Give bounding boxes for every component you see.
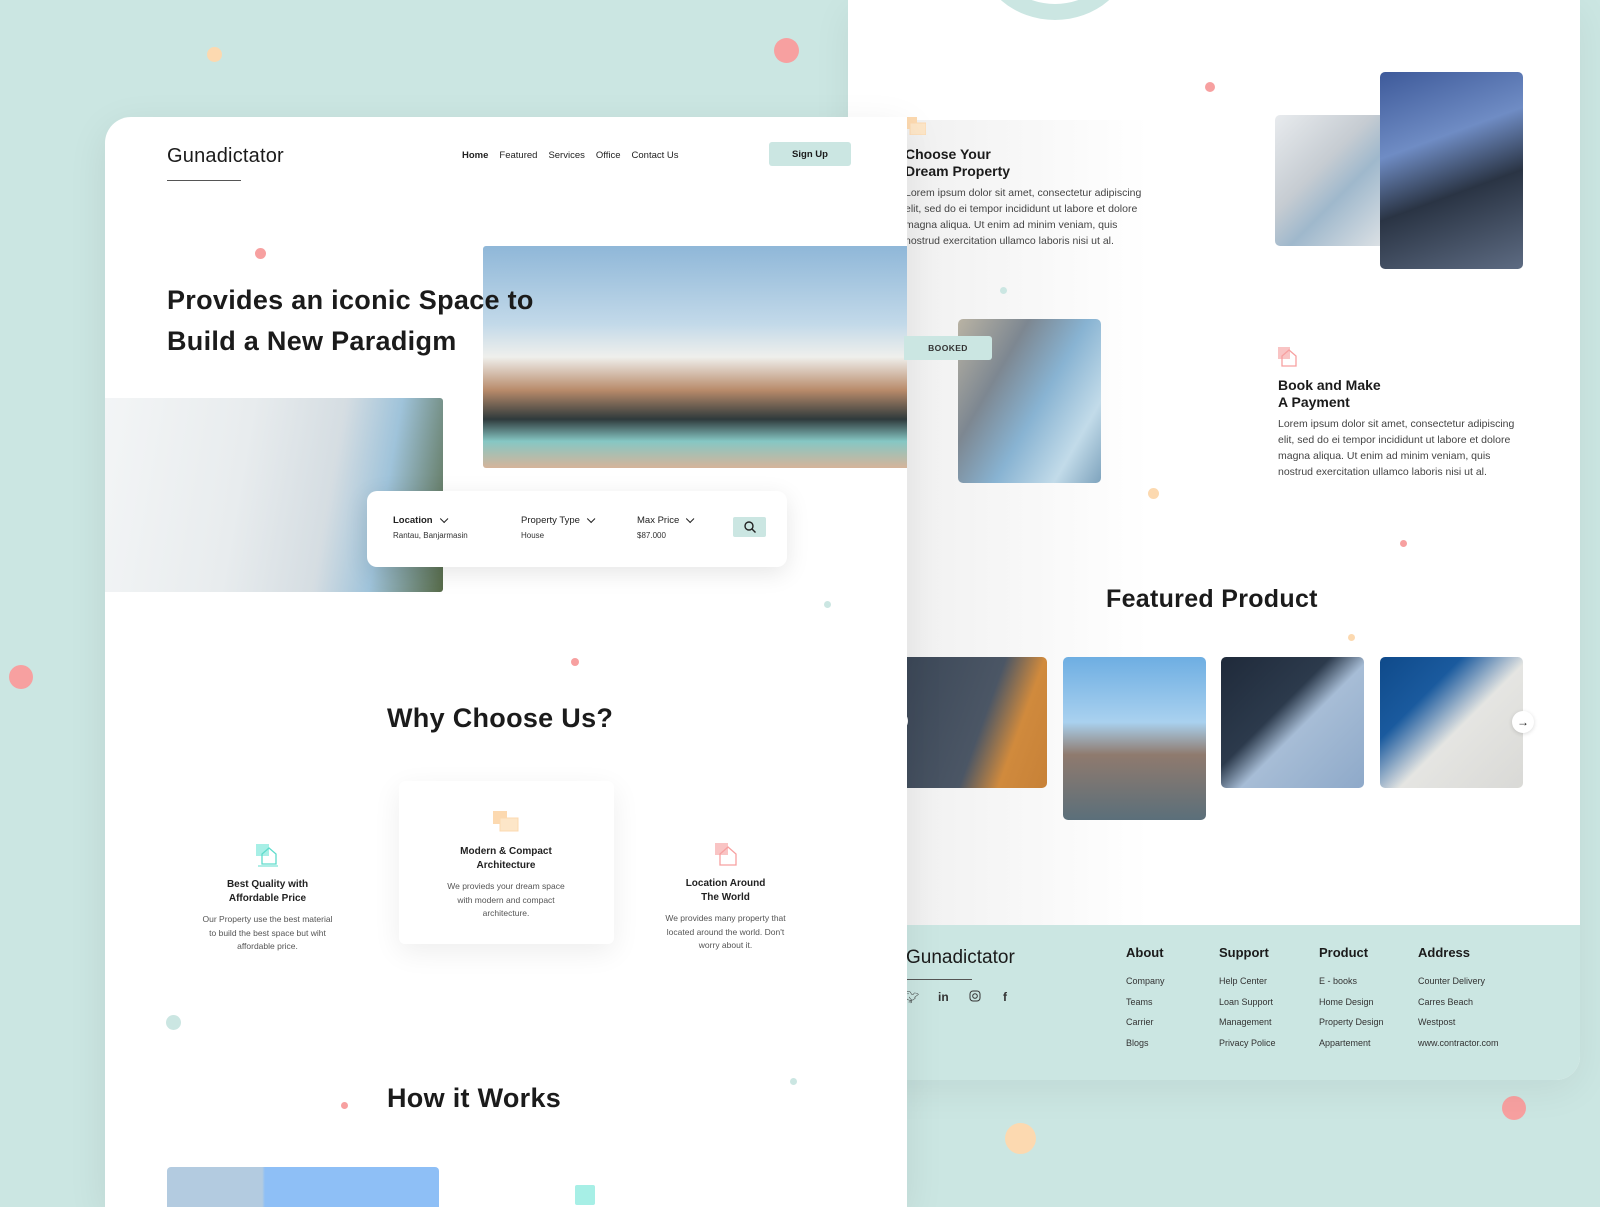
property-search-bar: Location Rantau, Banjarmasin Property Ty… (367, 491, 787, 567)
nav-services[interactable]: Services (548, 150, 584, 161)
decor-dot (255, 248, 266, 259)
footer-col-about: About Company Teams Carrier Blogs (1126, 945, 1165, 1058)
featured-title: Featured Product (1106, 585, 1318, 613)
property-type-dropdown[interactable]: Property Type House (521, 514, 596, 540)
linkedin-icon[interactable]: in (938, 990, 949, 1004)
footer-link[interactable]: Westpost (1418, 1017, 1499, 1038)
step-title: A Payment (1278, 394, 1350, 410)
how-it-works-title: How it Works (387, 1083, 562, 1113)
footer-col-address: Address Counter Delivery Carres Beach We… (1418, 945, 1499, 1058)
decor-dot (1205, 82, 1215, 92)
decor-dot (207, 47, 222, 62)
hero-house-photo (483, 246, 907, 468)
product-card[interactable] (898, 657, 1047, 788)
decor-dot (9, 665, 33, 689)
footer: Gunadictator 🐦︎ in f About Company Teams… (848, 925, 1580, 1080)
building-photo (1275, 115, 1387, 246)
instagram-icon[interactable] (969, 990, 981, 1005)
house-icon (575, 1185, 595, 1205)
nav-contact[interactable]: Contact Us (632, 150, 679, 161)
step-book-payment: Book and Make A Payment Lorem ipsum dolo… (1278, 377, 1514, 480)
house-icon (255, 844, 281, 868)
decor-dot (1000, 287, 1007, 294)
product-card[interactable] (1380, 657, 1523, 788)
feature-card: Location Around The World We provides man… (653, 843, 798, 953)
decor-dot (1400, 540, 1407, 547)
footer-link[interactable]: Appartement (1319, 1038, 1384, 1059)
house-icon (713, 843, 739, 867)
footer-link[interactable]: Privacy Police (1219, 1038, 1276, 1059)
decor-dot (774, 38, 799, 63)
house-icon (1278, 347, 1300, 367)
decor-dot (1348, 634, 1355, 641)
footer-link[interactable]: Home Design (1319, 997, 1384, 1018)
step-title: Book and Make (1278, 377, 1381, 393)
product-card[interactable] (1063, 657, 1206, 820)
chevron-down-icon (586, 514, 596, 523)
footer-link[interactable]: Help Center (1219, 976, 1276, 997)
main-nav: Home Featured Services Office Contact Us (462, 150, 679, 161)
nav-office[interactable]: Office (596, 150, 621, 161)
chevron-down-icon (439, 514, 448, 523)
footer-link[interactable]: Teams (1126, 997, 1165, 1018)
footer-link[interactable]: Company (1126, 976, 1165, 997)
right-page-preview: Choose Your Dream Property Lorem ipsum d… (848, 0, 1580, 1080)
decor-dot (790, 1078, 797, 1085)
step-title: Choose Your (905, 146, 991, 162)
max-price-dropdown[interactable]: Max Price $87.000 (637, 514, 695, 540)
sign-up-button[interactable]: Sign Up (769, 142, 851, 166)
search-icon (743, 521, 756, 533)
step-text: Lorem ipsum dolor sit amet, consectetur … (905, 187, 1142, 247)
decor-dot (1148, 488, 1159, 499)
step-title: Dream Property (905, 163, 1011, 179)
search-button[interactable] (733, 517, 766, 537)
brand-underline (167, 180, 241, 181)
why-choose-title: Why Choose Us? (387, 703, 614, 733)
footer-col-support: Support Help Center Loan Support Managem… (1219, 945, 1276, 1058)
how-it-works-photo (167, 1167, 439, 1207)
feature-card: Modern & Compact Architecture We provieds… (426, 811, 586, 921)
feature-card: Best Quality with Affordable Price Our Pr… (190, 844, 345, 954)
step-choose-property: Choose Your Dream Property Lorem ipsum d… (905, 146, 1141, 249)
product-card[interactable] (1221, 657, 1364, 788)
buildings-icon (493, 811, 519, 835)
location-dropdown[interactable]: Location Rantau, Banjarmasin (393, 514, 468, 540)
footer-link[interactable]: Counter Delivery (1418, 976, 1499, 997)
footer-col-product: Product E - books Home Design Property D… (1319, 945, 1384, 1058)
decor-dot (341, 1102, 348, 1109)
decor-dot (1005, 1123, 1036, 1154)
decor-dot (166, 1015, 181, 1030)
decor-dot (571, 658, 579, 666)
hero-title: Provides an iconic Space to Build a New … (167, 285, 534, 356)
footer-link[interactable]: E - books (1319, 976, 1384, 997)
footer-link[interactable]: Property Design (1319, 1017, 1384, 1038)
nav-home[interactable]: Home (462, 150, 488, 161)
facebook-icon[interactable]: f (1003, 990, 1007, 1004)
carousel-next-button[interactable]: → (1512, 711, 1534, 733)
brand-underline (906, 979, 972, 980)
left-page-preview: Gunadictator Home Featured Services Offi… (105, 117, 907, 1207)
footer-link[interactable]: Loan Support (1219, 997, 1276, 1018)
arrow-right-icon: → (1517, 715, 1529, 729)
footer-brand: Gunadictator (906, 947, 1015, 968)
nav-featured[interactable]: Featured (499, 150, 537, 161)
footer-link[interactable]: Carrier (1126, 1017, 1165, 1038)
decor-dot (824, 601, 831, 608)
chevron-down-icon (686, 514, 695, 523)
decor-ring (980, 0, 1130, 20)
booked-badge: BOOKED (904, 336, 992, 360)
footer-link[interactable]: Management (1219, 1017, 1276, 1038)
buildings-icon (904, 117, 927, 136)
footer-link[interactable]: www.contractor.com (1418, 1038, 1499, 1059)
brand-logo[interactable]: Gunadictator (167, 145, 284, 168)
building-photo (1380, 72, 1523, 269)
footer-link[interactable]: Blogs (1126, 1038, 1165, 1059)
decor-dot (1502, 1096, 1526, 1120)
step-text: Lorem ipsum dolor sit amet, consectetur … (1278, 418, 1515, 478)
footer-link[interactable]: Carres Beach (1418, 997, 1499, 1018)
